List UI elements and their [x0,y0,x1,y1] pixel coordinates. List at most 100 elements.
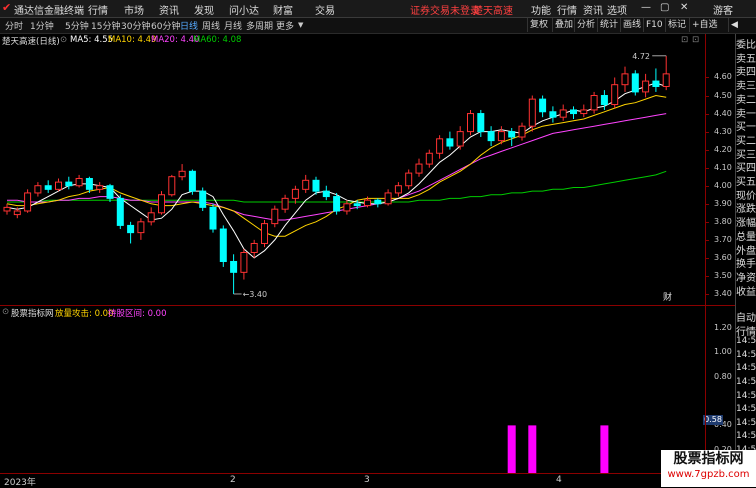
minimize-icon[interactable]: — [641,2,651,13]
menu-market[interactable]: 市场 [124,2,144,17]
candle-up [642,80,650,93]
candle-up [178,170,186,178]
candle-up [75,178,83,187]
y-tick-label: 3.90 [714,198,732,208]
collapse-icon[interactable]: ⊡ [681,35,688,45]
gear-icon[interactable]: ⊙ [60,35,67,45]
candle-down [539,98,547,113]
f10-button[interactable]: F10 [643,18,665,32]
candle-up [436,138,444,154]
menu-options[interactable]: 选项 [607,2,627,17]
period-tab-monthly[interactable]: 月线 [224,19,242,32]
more-chevron-icon[interactable]: ▼ [298,21,303,29]
period-tab-5m[interactable]: 5分钟 [65,19,89,32]
candle-down [65,181,73,187]
tick-time-label: 14:56 [736,404,756,415]
x-tick-label: 2 [230,475,236,485]
period-tab-15m[interactable]: 15分钟 [91,19,120,32]
menu-quotes[interactable]: 行情 [88,2,108,17]
period-tab-1m[interactable]: 1分钟 [30,19,54,32]
menu-function[interactable]: 功能 [531,2,551,17]
candle-up [291,188,299,199]
menu-quotes-right[interactable]: 行情 [557,2,577,17]
add-watchlist-button[interactable]: +自选 [689,18,720,32]
period-tab-tick[interactable]: 分时 [5,19,23,32]
candle-up [168,176,176,196]
overlay-button[interactable]: 叠加 [552,18,575,32]
menu-trade[interactable]: 交易 [315,2,335,17]
y-tick-label: 4.40 [714,108,732,118]
candle-down [652,80,660,87]
candle-up [405,172,413,187]
menu-info[interactable]: 资讯 [583,2,603,17]
candle-down [374,199,382,205]
candle-up [518,125,526,138]
candle-down [85,178,93,190]
watermark-url: www.7gpzb.com [667,469,750,480]
candle-up [55,181,62,190]
close-icon[interactable]: ✕ [680,2,688,13]
ma10-label: MA10: 4.49 [108,35,157,45]
menu-ask[interactable]: 问小达 [229,2,259,17]
candle-down [446,138,454,147]
ma5-line [6,82,667,259]
expand-icon[interactable]: ⊡ [692,35,699,45]
candle-up [467,113,474,133]
candle-up [240,251,248,273]
y-tick-label: 3.60 [714,252,732,262]
candle-up [384,192,392,205]
candle-down [477,113,485,133]
stock-link[interactable]: 楚天高速 [473,2,513,17]
y-tick-label: 3.80 [714,216,732,226]
candle-up [3,206,11,212]
mark-button[interactable]: 标记 [665,18,688,32]
menu-discover[interactable]: 发现 [194,2,214,17]
maximize-icon[interactable]: ▢ [660,2,669,13]
period-tab-60m[interactable]: 60分钟 [151,19,180,32]
period-tab-30m[interactable]: 30分钟 [121,19,150,32]
collapse-arrow-button[interactable]: ◀ [728,18,740,32]
guest-label[interactable]: 游客 [713,2,733,17]
candle-up [343,203,351,212]
candle-down [570,109,577,115]
candle-down [322,190,330,198]
candle-up [456,131,464,147]
restore-rights-button[interactable]: 复权 [527,18,550,32]
trade-login-notice[interactable]: 证券交易未登录 [410,2,480,17]
candle-down [127,224,135,234]
signal-bar [528,425,537,474]
period-tab-weekly[interactable]: 周线 [202,19,220,32]
analysis-button[interactable]: 分析 [574,18,597,32]
period-tab-more[interactable]: 更多 [276,19,294,32]
candle-down [230,261,238,273]
candle-down [44,185,52,190]
candle-down [487,131,495,142]
candle-down [549,111,557,118]
low-price-label: ←3.40 [243,290,268,299]
stats-button[interactable]: 统计 [597,18,620,32]
signal-bar [507,425,516,474]
ma5-label: MA5: 4.55 [70,35,114,45]
y-tick-label: 4.00 [714,180,732,190]
tick-time-label: 14:56 [736,390,756,401]
candle-up [96,185,104,190]
menu-news[interactable]: 资讯 [159,2,179,17]
high-price-label: 4.72 [632,52,650,61]
candle-down [106,185,114,199]
candle-down [199,190,207,208]
candle-up [580,109,588,115]
app-title: 通达信金融终端 [14,6,84,17]
draw-line-button[interactable]: 画线 [620,18,643,32]
finance-badge: 财 [663,291,672,303]
sub-y-tick-label: 1.20 [714,323,732,333]
candle-up [250,242,258,253]
period-toolbar: 分时 1分钟 5分钟 15分钟 30分钟 60分钟 日线 周线 月线 多周期 更… [0,18,756,34]
x-tick-label: 4 [556,475,562,485]
period-tab-daily[interactable]: 日线 [180,19,198,32]
candle-down [116,197,124,226]
y-tick-label: 4.10 [714,162,732,172]
period-tab-multi[interactable]: 多周期 [246,19,273,32]
candle-up [302,179,310,190]
menu-wealth[interactable]: 财富 [273,2,293,17]
sub-y-tick-label: 1.00 [714,347,732,357]
